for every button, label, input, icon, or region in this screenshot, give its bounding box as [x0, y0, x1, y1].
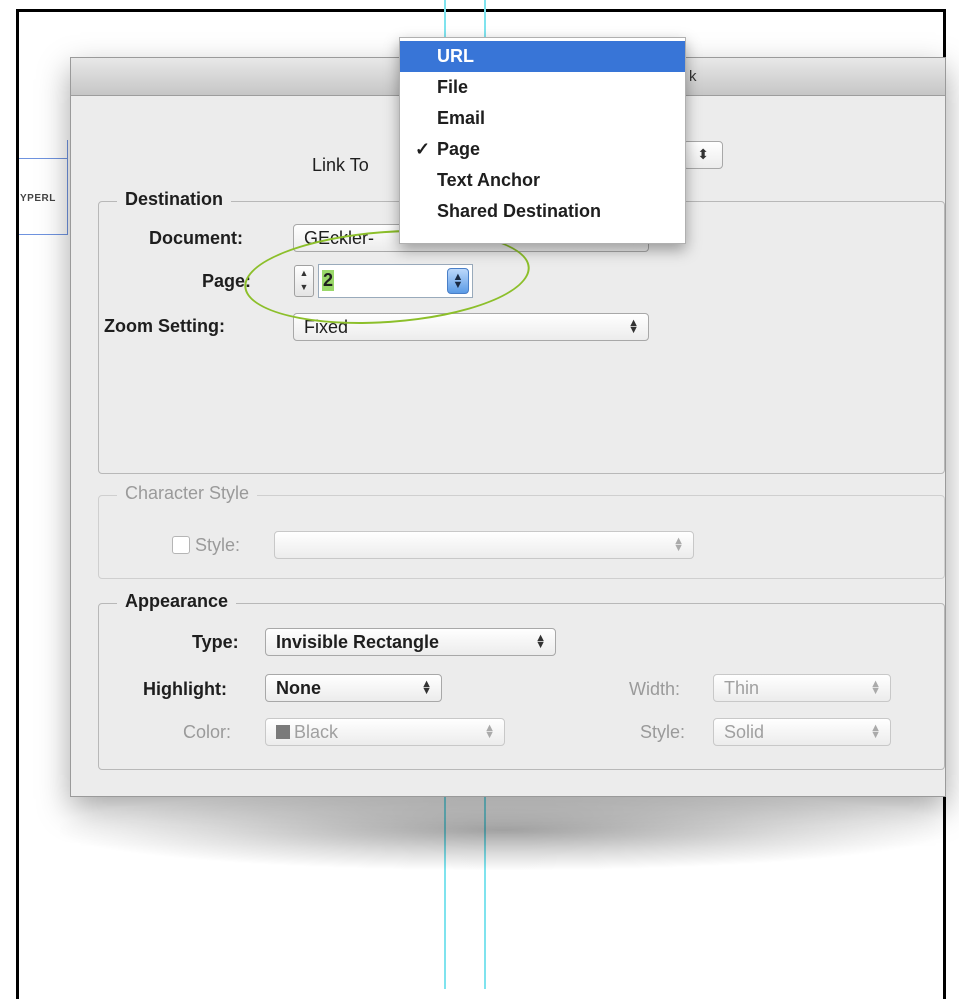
dialog-title: k — [689, 68, 697, 85]
zoom-arrows-icon: ▲ ▼ — [628, 317, 639, 336]
width-popup[interactable]: Thin ▲ ▼ — [713, 674, 891, 702]
highlight-label: Highlight: — [143, 679, 227, 699]
line-style-arrows-icon: ▲ ▼ — [870, 722, 881, 741]
character-style-arrows-icon: ▲ ▼ — [673, 535, 684, 554]
menu-item-page[interactable]: ✓ Page — [400, 134, 685, 165]
character-style-label: Style: — [195, 535, 241, 555]
menu-item-file[interactable]: File — [400, 72, 685, 103]
line-style-popup[interactable]: Solid ▲ ▼ — [713, 718, 891, 746]
background-panel-line — [19, 158, 67, 159]
menu-item-label: URL — [437, 46, 474, 66]
highlight-arrows-icon: ▲ ▼ — [421, 678, 432, 697]
menu-item-label: Text Anchor — [437, 170, 541, 190]
type-arrows-icon: ▲ ▼ — [535, 632, 546, 651]
menu-item-email[interactable]: Email — [400, 103, 685, 134]
type-popup[interactable]: Invisible Rectangle ▲ ▼ — [265, 628, 556, 656]
width-arrows-icon: ▲ ▼ — [870, 678, 881, 697]
link-to-popup[interactable]: ⬍ — [683, 141, 723, 169]
appearance-legend: Appearance — [117, 591, 237, 612]
color-popup[interactable]: Black ▲ ▼ — [265, 718, 505, 746]
highlight-value: None — [276, 678, 321, 698]
menu-item-shared-destination[interactable]: Shared Destination — [400, 196, 685, 227]
background-panel-divider — [67, 140, 68, 235]
menu-item-label: Email — [437, 108, 486, 128]
width-label: Width: — [629, 679, 681, 699]
menu-item-label: Shared Destination — [437, 201, 602, 221]
width-value: Thin — [724, 678, 760, 698]
background-panel-label: YPERL — [20, 193, 56, 204]
type-label: Type: — [192, 632, 239, 652]
document-label: Document: — [149, 228, 243, 248]
dialog-shadow — [60, 790, 946, 870]
link-to-arrows-icon: ⬍ — [697, 146, 709, 162]
line-style-value: Solid — [724, 722, 765, 742]
color-arrows-icon: ▲ ▼ — [484, 722, 495, 741]
style-checkbox[interactable] — [172, 536, 190, 554]
menu-item-label: File — [437, 77, 469, 97]
type-value: Invisible Rectangle — [276, 632, 440, 652]
menu-item-label: Page — [437, 139, 481, 159]
line-style-label: Style: — [640, 722, 686, 742]
color-value: Black — [294, 722, 339, 742]
character-style-legend: Character Style — [117, 483, 258, 504]
menu-item-text-anchor[interactable]: Text Anchor — [400, 165, 685, 196]
destination-legend: Destination — [117, 189, 232, 210]
checkmark-icon: ✓ — [415, 139, 431, 159]
link-to-menu: URL File Email ✓ Page Text Anchor Shared… — [399, 37, 686, 244]
background-panel-line — [19, 234, 67, 235]
zoom-setting-label: Zoom Setting: — [104, 316, 225, 336]
link-to-label: Link To — [312, 155, 369, 175]
character-style-popup[interactable]: ▲ ▼ — [274, 531, 694, 559]
color-swatch — [276, 725, 290, 739]
highlight-popup[interactable]: None ▲ ▼ — [265, 674, 442, 702]
menu-item-url[interactable]: URL — [400, 41, 685, 72]
color-label: Color: — [183, 722, 232, 742]
